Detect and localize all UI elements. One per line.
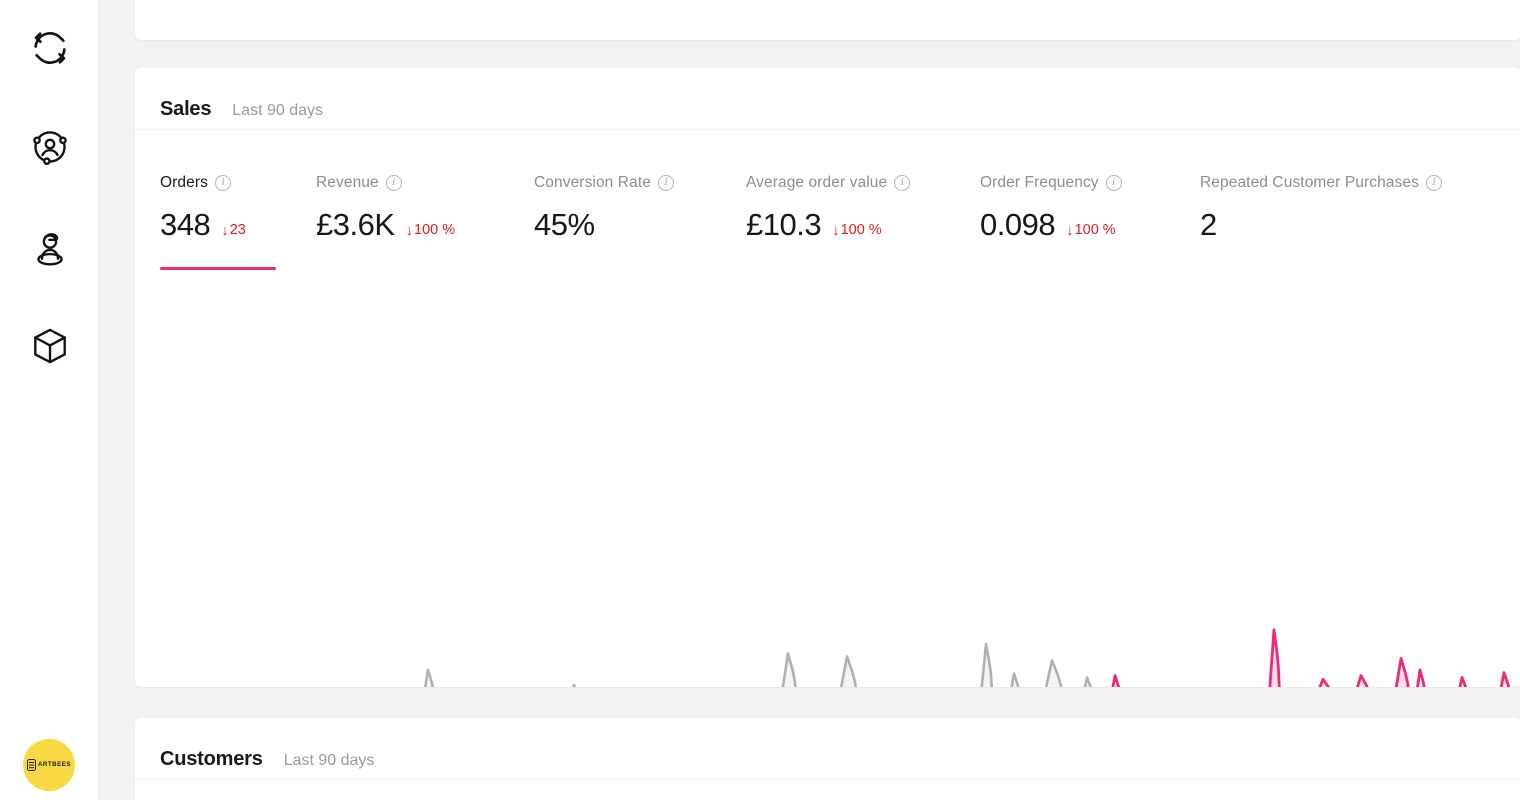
- metric-repeated-customer-purchases[interactable]: Repeated Customer Purchases i 2: [1200, 173, 1520, 270]
- metric-label: Average order value: [746, 174, 888, 191]
- metric-delta: ↓ 23: [221, 223, 246, 238]
- info-icon[interactable]: i: [657, 175, 674, 191]
- customer-network-icon: [29, 126, 71, 168]
- previous-card-clipped: [135, 0, 1520, 40]
- sidebar-item-products[interactable]: [0, 318, 99, 374]
- info-icon[interactable]: i: [894, 175, 911, 191]
- metric-label: Repeated Customer Purchases: [1200, 174, 1419, 191]
- artbees-mark-icon: [26, 759, 36, 771]
- metric-value: 45%: [534, 207, 595, 242]
- sync-icon: [28, 26, 72, 70]
- page-title: Sales: [160, 98, 212, 120]
- arrow-down-icon: ↓: [221, 222, 229, 239]
- sales-metrics-row: Orders i 348 ↓ 23 Revenue i £3.6K ↓ 100 …: [135, 130, 1520, 276]
- metric-delta-value: 100 %: [840, 222, 882, 239]
- customers-card: Customers Last 90 days: [135, 718, 1520, 800]
- info-icon[interactable]: i: [1425, 175, 1442, 191]
- sidebar: ARTBEES: [0, 0, 99, 800]
- metric-label: Conversion Rate: [534, 174, 651, 191]
- orders-area-chart[interactable]: [135, 276, 1520, 687]
- metric-value: 348: [160, 207, 211, 242]
- arrow-down-icon: ↓: [832, 222, 840, 239]
- customers-date-range[interactable]: Last 90 days: [284, 752, 375, 770]
- metric-value: £10.3: [746, 207, 822, 242]
- dashboard-screen: ARTBEES Sales Last 90 days Orders i 348 …: [0, 0, 1520, 800]
- metric-delta-value: 100 %: [1074, 222, 1116, 239]
- metric-average-order-value[interactable]: Average order value i £10.3 ↓ 100 %: [746, 173, 980, 270]
- sidebar-item-agents[interactable]: [0, 220, 99, 276]
- metric-delta-value: 23: [229, 222, 246, 239]
- metric-delta-value: 100 %: [414, 222, 456, 239]
- sales-date-range[interactable]: Last 90 days: [232, 102, 323, 120]
- metric-value: £3.6K: [316, 207, 395, 242]
- customers-header-divider: [135, 779, 1520, 780]
- sales-card-header: Sales Last 90 days: [135, 68, 1520, 129]
- agent-icon: [29, 227, 71, 269]
- arrow-down-icon: ↓: [405, 222, 414, 239]
- sidebar-item-sync[interactable]: [0, 20, 99, 76]
- info-icon[interactable]: i: [385, 175, 402, 191]
- sales-card: Sales Last 90 days Orders i 348 ↓ 23 Rev…: [135, 68, 1520, 687]
- metric-value: 0.098: [980, 207, 1056, 242]
- metric-revenue[interactable]: Revenue i £3.6K ↓ 100 %: [316, 173, 534, 270]
- metric-orders[interactable]: Orders i 348 ↓ 23: [160, 173, 316, 270]
- arrow-down-icon: ↓: [1066, 222, 1074, 239]
- customers-title: Customers: [160, 748, 263, 770]
- artbees-logo[interactable]: ARTBEES: [23, 739, 75, 791]
- info-icon[interactable]: i: [214, 175, 231, 191]
- metric-value: 2: [1200, 207, 1217, 242]
- info-icon[interactable]: i: [1105, 175, 1122, 191]
- sidebar-item-customers[interactable]: [0, 119, 99, 175]
- main-content: Sales Last 90 days Orders i 348 ↓ 23 Rev…: [100, 0, 1520, 800]
- metric-label: Revenue: [316, 174, 379, 191]
- metric-delta: ↓ 100 %: [1066, 223, 1116, 238]
- artbees-logo-text: ARTBEES: [37, 760, 72, 768]
- metric-label: Orders: [160, 174, 208, 191]
- active-metric-underline: [160, 267, 276, 270]
- metric-delta: ↓ 100 %: [832, 223, 882, 238]
- metric-delta: ↓ 100 %: [406, 223, 456, 238]
- metric-order-frequency[interactable]: Order Frequency i 0.098 ↓ 100 %: [980, 173, 1200, 270]
- package-icon: [29, 325, 71, 367]
- customers-card-header: Customers Last 90 days: [135, 718, 1520, 779]
- metric-conversion-rate[interactable]: Conversion Rate i 45%: [534, 173, 746, 270]
- metric-label: Order Frequency: [980, 174, 1099, 191]
